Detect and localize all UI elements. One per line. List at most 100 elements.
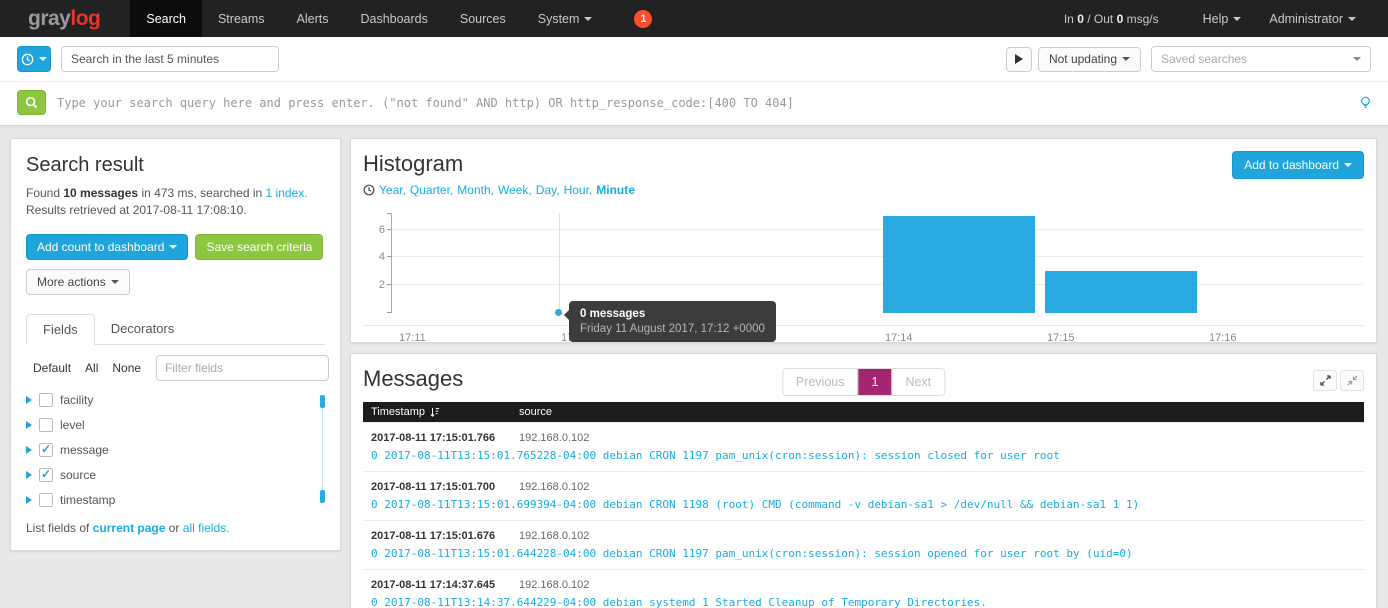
message-timestamp[interactable]: 2017-08-11 17:15:01.766 [371, 432, 519, 444]
message-row[interactable]: 2017-08-11 17:15:01.676192.168.0.102 0 2… [363, 520, 1364, 569]
all-fields-link[interactable]: all fields. [183, 521, 230, 535]
nav-items: Search Streams Alerts Dashboards Sources… [130, 0, 652, 37]
message-row[interactable]: 2017-08-11 17:14:37.645192.168.0.102 0 2… [363, 569, 1364, 608]
nav-right: In 0 / Out 0 msg/s Help Administrator [1064, 0, 1388, 37]
nav-item-dashboards[interactable]: Dashboards [344, 0, 443, 37]
interval-hour[interactable]: Hour, [564, 183, 593, 197]
expand-field-icon[interactable] [26, 396, 32, 404]
tooltip-date: Friday 11 August 2017, 17:12 +0000 [580, 323, 765, 335]
interval-minute[interactable]: Minute [596, 183, 635, 197]
refresh-interval-button[interactable]: Not updating [1038, 47, 1141, 72]
field-row-source: source [26, 468, 325, 482]
message-source[interactable]: 192.168.0.102 [519, 530, 1356, 542]
fields-none-button[interactable]: None [105, 357, 148, 379]
nav-item-streams[interactable]: Streams [202, 0, 281, 37]
throughput-indicator[interactable]: In 0 / Out 0 msg/s [1064, 12, 1159, 26]
user-menu[interactable]: Administrator [1255, 12, 1370, 26]
add-count-to-dashboard-button[interactable]: Add count to dashboard [26, 234, 188, 260]
search-query-input[interactable] [57, 96, 1352, 110]
message-row[interactable]: 2017-08-11 17:15:01.766192.168.0.102 0 2… [363, 422, 1364, 471]
collapse-messages-button[interactable] [1340, 370, 1364, 391]
histogram-panel: Histogram Add to dashboard Year, Quarter… [350, 138, 1377, 343]
search-result-sidebar: Search result Found 10 messages in 473 m… [10, 138, 341, 551]
source-column-header[interactable]: source [519, 406, 1356, 418]
lightbulb-icon[interactable] [1360, 96, 1371, 110]
nav-item-alerts[interactable]: Alerts [281, 0, 345, 37]
message-row[interactable]: 2017-08-11 17:15:01.700192.168.0.102 0 2… [363, 471, 1364, 520]
interval-week[interactable]: Week, [498, 183, 532, 197]
x-axis-tick-label: 17:11 [399, 332, 426, 344]
chevron-down-icon [1348, 17, 1356, 21]
message-text[interactable]: 0 2017-08-11T13:15:01.644228-04:00 debia… [363, 545, 1364, 569]
index-link[interactable]: 1 index. [266, 186, 308, 200]
message-text[interactable]: 0 2017-08-11T13:14:37.644229-04:00 debia… [363, 594, 1364, 608]
field-checkbox[interactable] [39, 393, 53, 407]
run-search-button[interactable] [1006, 47, 1032, 72]
interval-quarter[interactable]: Quarter, [410, 183, 453, 197]
message-source[interactable]: 192.168.0.102 [519, 432, 1356, 444]
help-menu[interactable]: Help [1189, 12, 1256, 26]
more-actions-button[interactable]: More actions [26, 269, 130, 295]
y-axis-tick-label: 4 [365, 251, 385, 263]
expand-icon [1320, 375, 1331, 386]
tab-decorators[interactable]: Decorators [95, 314, 191, 345]
expand-field-icon[interactable] [26, 471, 32, 479]
time-range-input[interactable] [61, 46, 279, 72]
add-to-dashboard-button[interactable]: Add to dashboard [1232, 151, 1364, 179]
fields-all-button[interactable]: All [78, 357, 105, 379]
pagination-page-1[interactable]: 1 [857, 369, 891, 395]
expand-field-icon[interactable] [26, 421, 32, 429]
field-checkbox[interactable] [39, 493, 53, 507]
message-source[interactable]: 192.168.0.102 [519, 481, 1356, 493]
histogram-bar[interactable] [1045, 271, 1197, 313]
save-search-criteria-button[interactable]: Save search criteria [195, 234, 323, 260]
expand-messages-button[interactable] [1313, 370, 1337, 391]
retrieved-timestamp: Results retrieved at 2017-08-11 17:08:10… [26, 202, 325, 219]
current-page-link[interactable]: current page [93, 521, 166, 535]
interval-day[interactable]: Day, [536, 183, 560, 197]
x-axis-tick-label: 17:16 [1209, 332, 1237, 344]
field-checkbox[interactable] [39, 468, 53, 482]
interval-year[interactable]: Year, [379, 183, 406, 197]
pagination-next[interactable]: Next [891, 369, 944, 395]
graylog-logo[interactable]: graylog [0, 0, 130, 37]
notification-badge[interactable]: 1 [634, 10, 652, 28]
main-column: Histogram Add to dashboard Year, Quarter… [350, 138, 1377, 608]
nav-item-sources[interactable]: Sources [444, 0, 522, 37]
timestamp-column-header[interactable]: Timestamp [371, 406, 519, 418]
chart-hover-dot [555, 309, 562, 316]
message-timestamp[interactable]: 2017-08-11 17:15:01.676 [371, 530, 519, 542]
message-timestamp[interactable]: 2017-08-11 17:14:37.645 [371, 579, 519, 591]
time-range-dropdown-button[interactable] [17, 46, 51, 72]
field-list-scrollbar[interactable] [322, 395, 323, 503]
field-checkbox[interactable] [39, 443, 53, 457]
expand-field-icon[interactable] [26, 496, 32, 504]
search-controls: Not updating Saved searches [1006, 46, 1371, 72]
filter-fields-input[interactable] [156, 355, 329, 381]
saved-searches-select[interactable]: Saved searches [1151, 46, 1371, 72]
message-timestamp[interactable]: 2017-08-11 17:15:01.700 [371, 481, 519, 493]
chevron-down-icon [111, 280, 119, 284]
tab-fields[interactable]: Fields [26, 314, 95, 345]
fields-default-button[interactable]: Default [26, 357, 78, 379]
x-axis-tick-label: 17:14 [885, 332, 913, 344]
pagination-previous[interactable]: Previous [783, 369, 858, 395]
nav-item-system[interactable]: System [522, 0, 609, 37]
gridline [392, 229, 1364, 230]
interval-month[interactable]: Month, [457, 183, 494, 197]
search-submit-button[interactable] [17, 90, 46, 115]
fields-footer: List fields of current page or all field… [26, 521, 325, 535]
message-text[interactable]: 0 2017-08-11T13:15:01.699394-04:00 debia… [363, 496, 1364, 520]
field-checkbox[interactable] [39, 418, 53, 432]
message-text[interactable]: 0 2017-08-11T13:15:01.765228-04:00 debia… [363, 447, 1364, 471]
histogram-bar[interactable] [883, 216, 1035, 313]
histogram-plot[interactable]: 0 messages Friday 11 August 2017, 17:12 … [391, 213, 1364, 313]
expand-field-icon[interactable] [26, 446, 32, 454]
pagination: Previous 1 Next [782, 368, 945, 396]
result-summary: Found 10 messages in 473 ms, searched in… [26, 185, 325, 202]
histogram-title: Histogram [363, 151, 463, 177]
chevron-down-icon [1233, 17, 1241, 21]
message-source[interactable]: 192.168.0.102 [519, 579, 1356, 591]
collapse-icon [1347, 375, 1358, 386]
nav-item-search[interactable]: Search [130, 0, 202, 37]
